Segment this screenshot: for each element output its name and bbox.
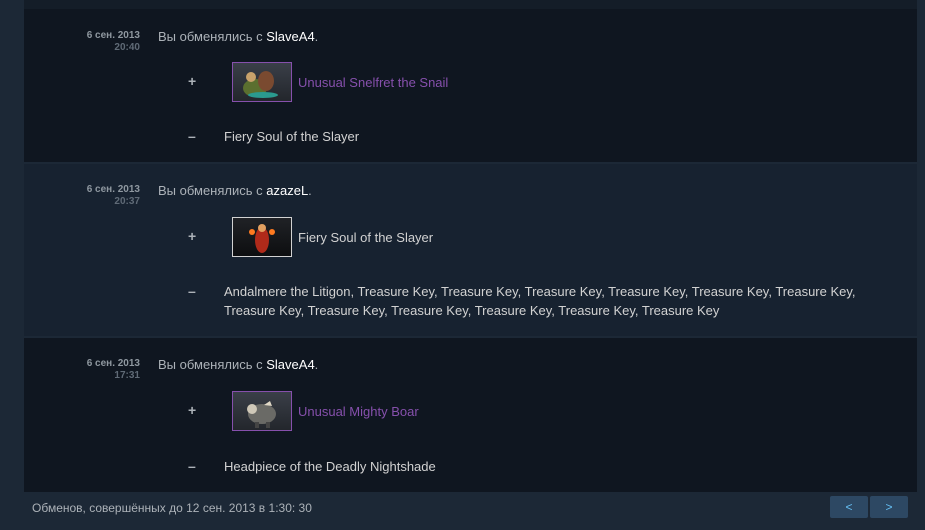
trade-date-day: 6 сен. 2013 xyxy=(86,358,140,369)
given-minus-icon: – xyxy=(188,458,196,474)
given-items-list: Fiery Soul of the Slayer xyxy=(224,129,360,144)
given-items-list: Andalmere the Litigon, Treasure Key, Tre… xyxy=(224,282,914,320)
received-item-name[interactable]: Unusual Mighty Boar xyxy=(298,404,419,419)
trade-headline-suffix: . xyxy=(308,183,312,198)
given-items-line: Treasure Key, Treasure Key, Treasure Key… xyxy=(224,303,720,318)
trade-headline-suffix: . xyxy=(314,357,319,372)
given-minus-icon: – xyxy=(188,128,196,144)
received-plus-icon: + xyxy=(188,73,197,89)
received-plus-icon: + xyxy=(188,228,197,244)
trade-headline-suffix: . xyxy=(314,29,319,44)
trade-partner-link[interactable]: SlaveA4 xyxy=(266,29,314,44)
trade-headline-prefix: Вы обменялись с xyxy=(158,357,267,372)
received-item-name[interactable]: Fiery Soul of the Slayer xyxy=(298,230,433,245)
trade-entry: 6 сен. 2013 20:40 Вы обменялись с SlaveA… xyxy=(24,9,917,162)
trade-history-panel: 6 сен. 2013 20:40 Вы обменялись с SlaveA… xyxy=(24,0,917,530)
trade-date: 6 сен. 2013 17:31 xyxy=(24,358,140,382)
received-item-name[interactable]: Unusual Snelfret the Snail xyxy=(298,75,448,90)
trade-headline-prefix: Вы обменялись с xyxy=(158,29,267,44)
trade-entry: 6 сен. 2013 17:31 Вы обменялись с SlaveA… xyxy=(24,338,917,492)
trade-partner-link[interactable]: azazeL xyxy=(266,183,308,198)
trade-date-time: 20:40 xyxy=(114,42,140,53)
pagination-footer: Обменов, совершённых до 12 сен. 2013 в 1… xyxy=(24,492,917,522)
trade-headline: Вы обменялись с azazeL. xyxy=(158,183,312,198)
top-strip xyxy=(24,0,917,9)
given-items-list: Headpiece of the Deadly Nightshade xyxy=(224,459,436,474)
trade-partner-link[interactable]: SlaveA4 xyxy=(266,357,314,372)
fiery-soul-item-icon xyxy=(249,224,275,253)
given-minus-icon: – xyxy=(188,283,196,299)
trade-headline: Вы обменялись с SlaveA4. xyxy=(158,357,318,372)
given-items-line: Andalmere the Litigon, Treasure Key, Tre… xyxy=(224,284,856,299)
next-page-button[interactable]: > xyxy=(870,496,908,518)
item-thumbnail-snail[interactable] xyxy=(232,62,292,102)
trade-date-day: 6 сен. 2013 xyxy=(86,184,140,195)
trade-date-time: 17:31 xyxy=(114,370,140,381)
previous-page-button[interactable]: < xyxy=(830,496,868,518)
pagination-status: Обменов, совершённых до 12 сен. 2013 в 1… xyxy=(32,501,312,515)
trade-entry: 6 сен. 2013 20:37 Вы обменялись с azazeL… xyxy=(24,164,917,336)
trade-date: 6 сен. 2013 20:40 xyxy=(24,30,140,54)
item-thumbnail-fiery-soul[interactable] xyxy=(232,217,292,257)
snail-item-icon xyxy=(243,71,278,98)
trade-headline-prefix: Вы обменялись с xyxy=(158,183,267,198)
trade-date: 6 сен. 2013 20:37 xyxy=(24,184,140,208)
trade-date-day: 6 сен. 2013 xyxy=(86,30,140,41)
trade-headline: Вы обменялись с SlaveA4. xyxy=(158,29,318,44)
item-thumbnail-boar[interactable] xyxy=(232,391,292,431)
boar-item-icon xyxy=(247,401,276,428)
received-plus-icon: + xyxy=(188,402,197,418)
trade-date-time: 20:37 xyxy=(114,196,140,207)
